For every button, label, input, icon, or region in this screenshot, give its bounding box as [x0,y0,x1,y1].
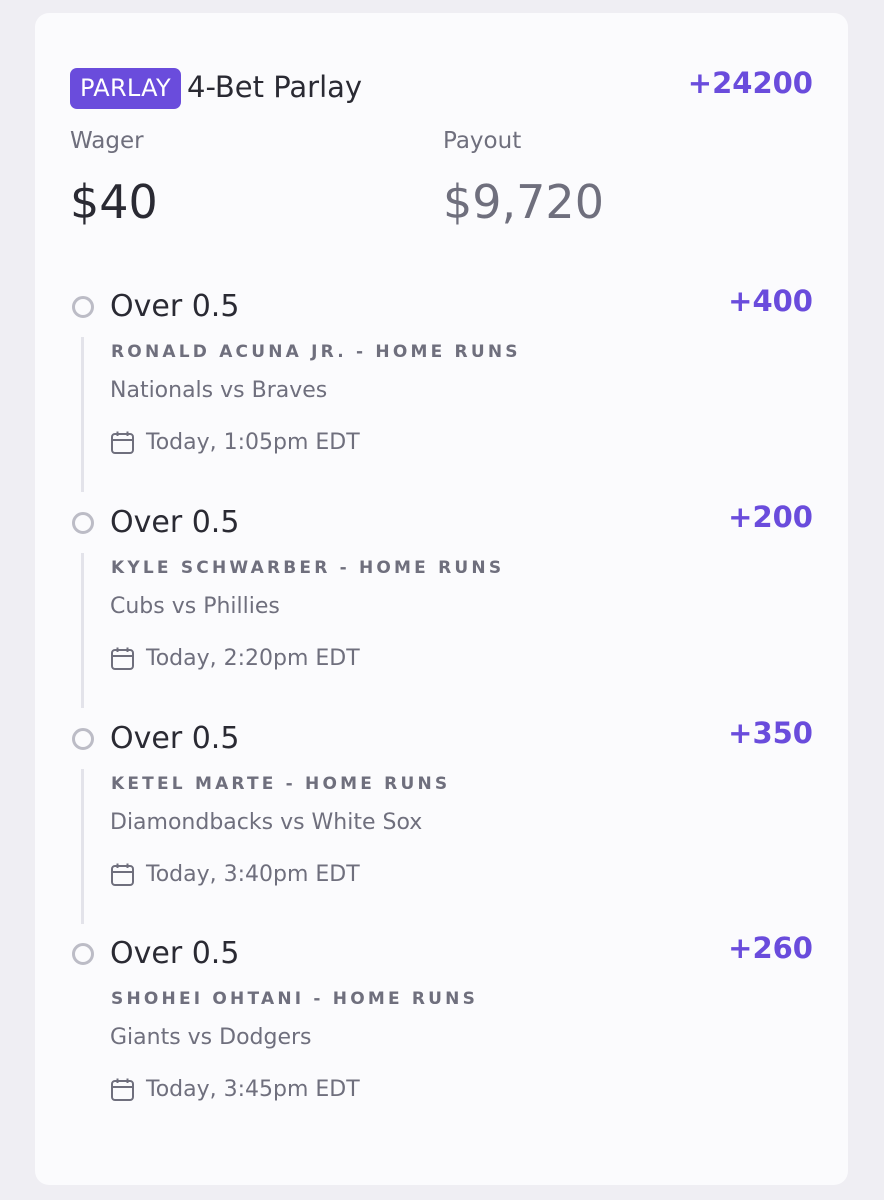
leg-game: Nationals vs Braves [110,378,328,403]
leg-selection: Over 0.5 [110,936,240,971]
leg-connector-line [81,769,84,924]
leg-market: RONALD ACUNA JR. - HOME RUNS [111,342,521,362]
leg-time: Today, 3:40pm EDT [146,862,360,887]
parlay-card[interactable]: PARLAY 4-Bet Parlay +24200 Wager $40 Pay… [35,13,848,1185]
leg-game: Diamondbacks vs White Sox [110,810,423,835]
leg-odds: +350 [728,716,813,750]
leg-odds: +260 [728,931,813,965]
leg-connector-line [81,553,84,708]
leg-game: Giants vs Dodgers [110,1025,312,1050]
leg-time: Today, 3:45pm EDT [146,1077,360,1102]
leg-selection: Over 0.5 [110,289,240,324]
circle-outline-icon [72,512,94,534]
leg-item[interactable]: Over 0.5 +350 KETEL MARTE - HOME RUNS Di… [35,716,848,924]
leg-game: Cubs vs Phillies [110,594,280,619]
leg-time-row: Today, 3:40pm EDT [110,859,510,891]
leg-market: SHOHEI OHTANI - HOME RUNS [111,989,479,1009]
leg-selection: Over 0.5 [110,505,240,540]
leg-odds: +400 [728,284,813,318]
calendar-icon [111,647,134,670]
leg-time-row: Today, 1:05pm EDT [110,427,510,459]
leg-item[interactable]: Over 0.5 +260 SHOHEI OHTANI - HOME RUNS … [35,931,848,1134]
leg-market: KETEL MARTE - HOME RUNS [111,774,451,794]
leg-time-row: Today, 3:45pm EDT [110,1074,510,1106]
leg-item[interactable]: Over 0.5 +400 RONALD ACUNA JR. - HOME RU… [35,284,848,492]
leg-connector-line [81,337,84,492]
leg-odds: +200 [728,500,813,534]
circle-outline-icon [72,296,94,318]
leg-selection: Over 0.5 [110,721,240,756]
leg-market: KYLE SCHWARBER - HOME RUNS [111,558,505,578]
leg-time-row: Today, 2:20pm EDT [110,643,510,675]
calendar-icon [111,1078,134,1101]
leg-time: Today, 1:05pm EDT [146,430,360,455]
calendar-icon [111,431,134,454]
calendar-icon [111,863,134,886]
circle-outline-icon [72,728,94,750]
leg-time: Today, 2:20pm EDT [146,646,360,671]
leg-item[interactable]: Over 0.5 +200 KYLE SCHWARBER - HOME RUNS… [35,500,848,708]
parlay-legs: Over 0.5 +400 RONALD ACUNA JR. - HOME RU… [35,13,848,1185]
circle-outline-icon [72,943,94,965]
